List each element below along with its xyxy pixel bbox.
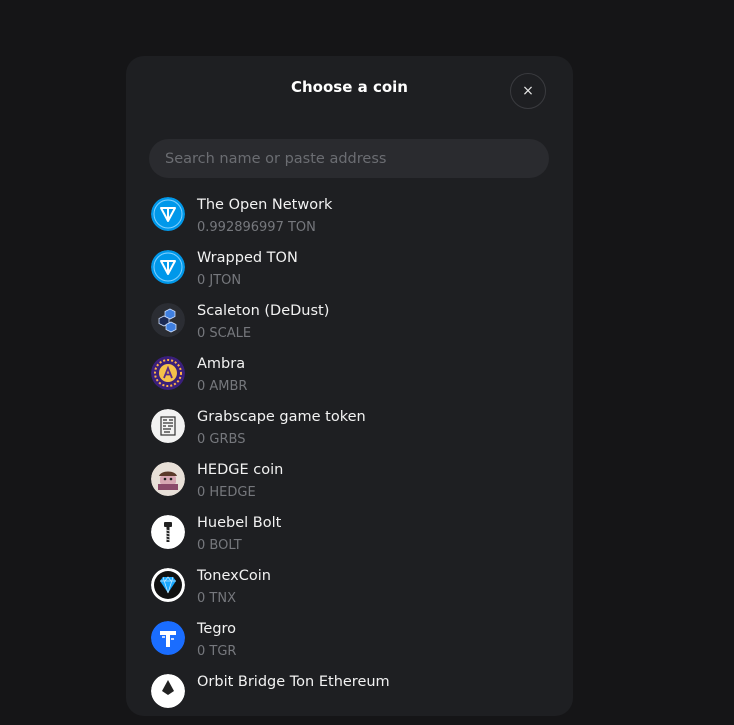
coin-name: Ambra	[197, 356, 246, 372]
close-button[interactable]: ×	[510, 73, 546, 109]
coin-name: TonexCoin	[197, 568, 271, 584]
coin-name: Grabscape game token	[197, 409, 366, 425]
hedge-icon	[151, 462, 185, 496]
coin-item-scale[interactable]: Scaleton (DeDust) 0 SCALE	[150, 301, 550, 354]
coin-balance: 0 JTON	[197, 273, 242, 288]
tegro-icon	[151, 621, 185, 655]
coin-balance: 0 GRBS	[197, 432, 246, 447]
bolt-icon	[151, 515, 185, 549]
coin-balance: 0 BOLT	[197, 538, 242, 553]
scaleton-icon	[151, 303, 185, 337]
coin-balance: 0 AMBR	[197, 379, 248, 394]
choose-coin-modal: Choose a coin × The Open Network 0.99289…	[126, 56, 573, 716]
coin-balance: 0 TGR	[197, 644, 237, 659]
coin-name: Huebel Bolt	[197, 515, 282, 531]
coin-name: HEDGE coin	[197, 462, 284, 478]
tonex-icon	[151, 568, 185, 602]
coin-name: Orbit Bridge Ton Ethereum	[197, 674, 390, 690]
coin-item-orbit[interactable]: Orbit Bridge Ton Ethereum	[150, 672, 550, 725]
coin-item-tnx[interactable]: TonexCoin 0 TNX	[150, 566, 550, 619]
coin-item-bolt[interactable]: Huebel Bolt 0 BOLT	[150, 513, 550, 566]
ton-icon	[151, 197, 185, 231]
wrapped-ton-icon	[151, 250, 185, 284]
ambra-icon	[151, 356, 185, 390]
coin-list: The Open Network 0.992896997 TON Wrapped…	[150, 195, 550, 725]
coin-item-jton[interactable]: Wrapped TON 0 JTON	[150, 248, 550, 301]
coin-balance: 0 TNX	[197, 591, 236, 606]
modal-title: Choose a coin	[291, 78, 408, 96]
coin-item-grbs[interactable]: Grabscape game token 0 GRBS	[150, 407, 550, 460]
coin-balance: 0 HEDGE	[197, 485, 256, 500]
coin-name: The Open Network	[197, 197, 333, 213]
orbit-bridge-icon	[151, 674, 185, 708]
coin-item-ambr[interactable]: Ambra 0 AMBR	[150, 354, 550, 407]
coin-name: Wrapped TON	[197, 250, 298, 266]
search-input[interactable]	[149, 139, 549, 178]
coin-balance: 0 SCALE	[197, 326, 252, 341]
grabscape-icon	[151, 409, 185, 443]
coin-name: Tegro	[197, 621, 237, 637]
close-icon: ×	[522, 83, 534, 99]
coin-balance: 0.992896997 TON	[197, 220, 316, 235]
coin-item-hedge[interactable]: HEDGE coin 0 HEDGE	[150, 460, 550, 513]
coin-item-tgr[interactable]: Tegro 0 TGR	[150, 619, 550, 672]
coin-name: Scaleton (DeDust)	[197, 303, 330, 319]
coin-item-ton[interactable]: The Open Network 0.992896997 TON	[150, 195, 550, 248]
